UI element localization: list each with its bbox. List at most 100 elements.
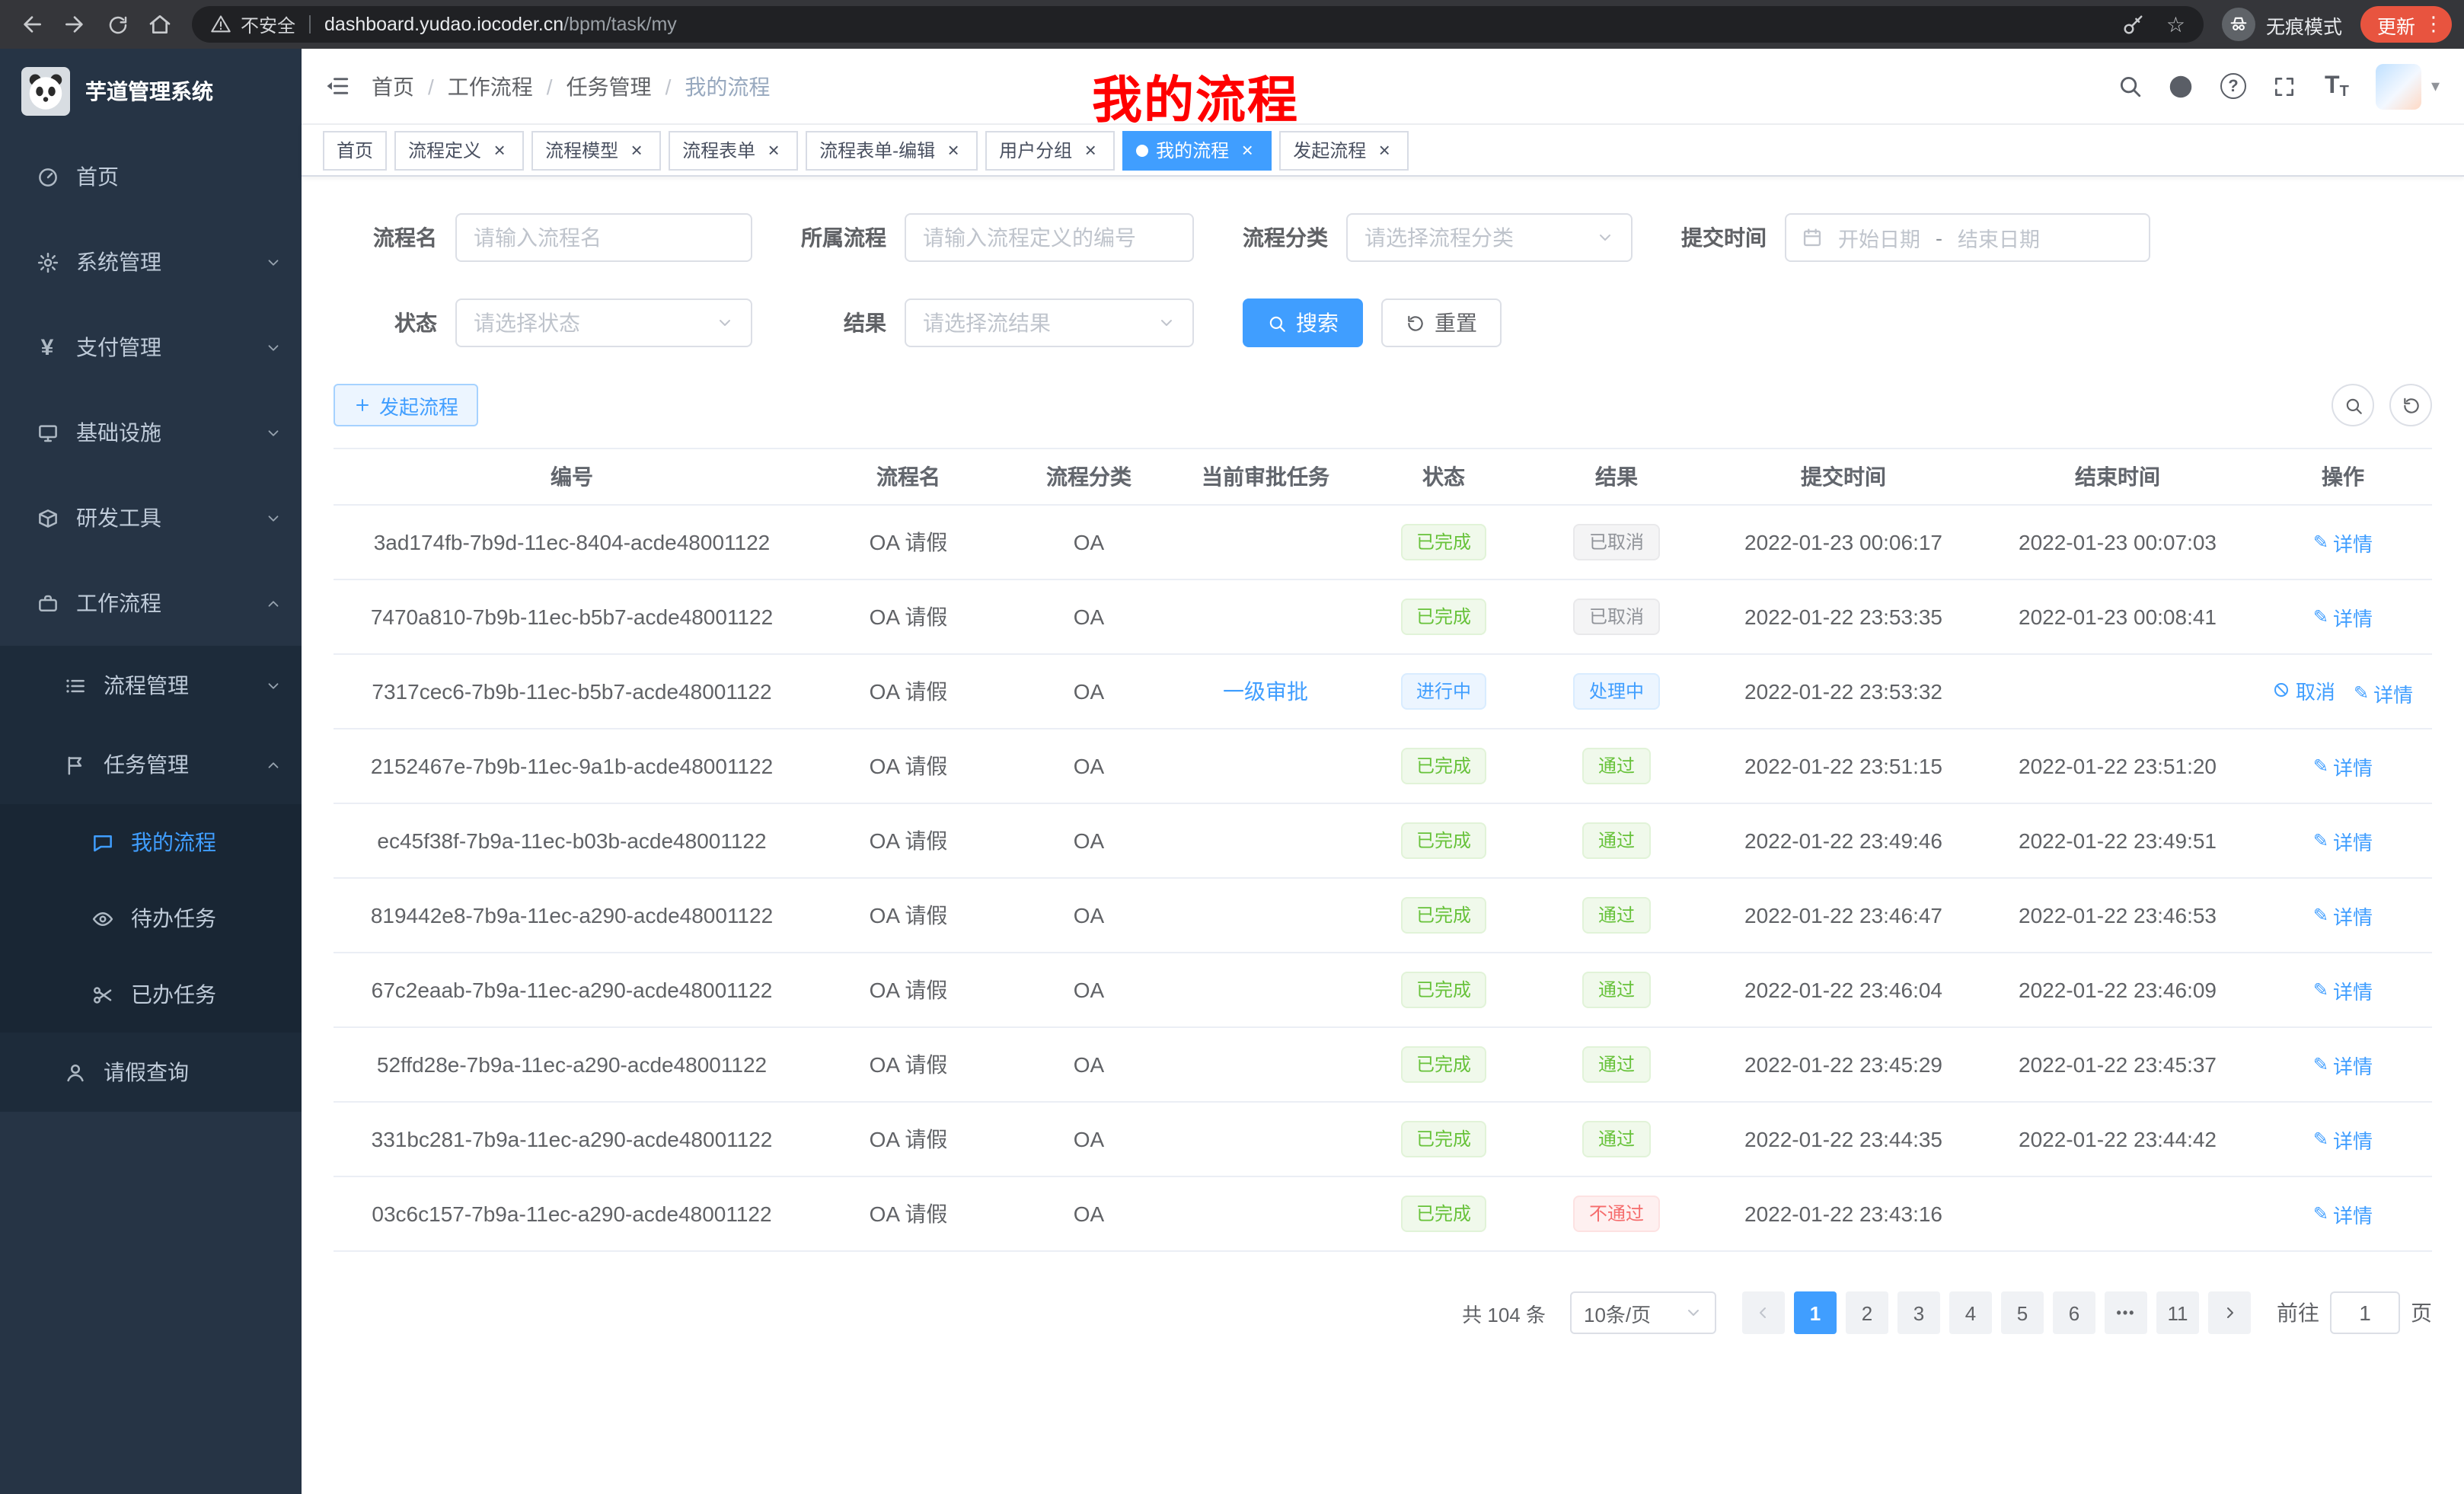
prev-page-button[interactable]: [1742, 1291, 1785, 1334]
text-size-icon: TT: [2325, 72, 2349, 100]
password-key-icon[interactable]: [2122, 13, 2145, 36]
sidebar-item-infrastructure[interactable]: 基础设施: [0, 390, 302, 475]
page-button-6[interactable]: 6: [2053, 1291, 2095, 1334]
refresh-table-button[interactable]: [2389, 384, 2432, 426]
detail-link[interactable]: ✎详情: [2313, 752, 2373, 781]
start-date-placeholder[interactable]: 开始日期: [1838, 222, 1920, 253]
browser-menu-icon[interactable]: ⋮: [2423, 12, 2444, 37]
page-button-1[interactable]: 1: [1794, 1291, 1837, 1334]
breadcrumb-task-management[interactable]: 任务管理: [567, 71, 652, 101]
detail-link[interactable]: ✎详情: [2313, 1050, 2373, 1079]
close-icon[interactable]: ×: [489, 139, 510, 161]
chevron-down-icon: [1157, 314, 1176, 332]
sidebar-item-done-tasks[interactable]: 已办任务: [0, 956, 302, 1033]
hide-search-button[interactable]: [2332, 384, 2374, 426]
cell-task: [1171, 579, 1360, 654]
status-select[interactable]: 请选择状态: [455, 298, 752, 347]
avatar-caret-down-icon[interactable]: ▾: [2431, 76, 2440, 96]
page-button-4[interactable]: 4: [1949, 1291, 1992, 1334]
pagination-ellipsis[interactable]: •••: [2105, 1291, 2147, 1334]
github-link[interactable]: [2157, 62, 2206, 110]
close-icon[interactable]: ×: [1374, 139, 1395, 161]
col-id: 编号: [334, 449, 810, 505]
sidebar-item-home[interactable]: 首页: [0, 134, 302, 219]
process-def-input[interactable]: [905, 213, 1194, 262]
submit-time-range-picker[interactable]: 开始日期 - 结束日期: [1785, 213, 2150, 262]
page-button-5[interactable]: 5: [2001, 1291, 2044, 1334]
sidebar-item-system[interactable]: 系统管理: [0, 219, 302, 305]
start-process-button[interactable]: 发起流程: [334, 384, 478, 426]
browser-home-button[interactable]: [140, 5, 180, 44]
page-size-select[interactable]: 10条/页: [1570, 1291, 1716, 1334]
browser-back-button[interactable]: [12, 5, 52, 44]
tab-user-group[interactable]: 用户分组×: [985, 130, 1115, 170]
bookmark-star-icon[interactable]: ☆: [2166, 11, 2185, 37]
process-name-label: 流程名: [334, 222, 437, 253]
detail-link[interactable]: ✎详情: [2313, 1125, 2373, 1154]
detail-link[interactable]: ✎详情: [2313, 528, 2373, 557]
security-label[interactable]: 不安全: [241, 11, 295, 37]
detail-link[interactable]: ✎详情: [2313, 1199, 2373, 1228]
reset-button[interactable]: 重置: [1381, 298, 1502, 347]
detail-link[interactable]: ✎详情: [2313, 975, 2373, 1004]
close-icon[interactable]: ×: [943, 139, 964, 161]
detail-link[interactable]: ✎详情: [2313, 826, 2373, 855]
panda-logo-icon: [23, 69, 69, 114]
app-logo-row[interactable]: 芋道管理系统: [0, 49, 302, 134]
close-icon[interactable]: ×: [1237, 139, 1258, 161]
process-name-input[interactable]: [455, 213, 752, 262]
sidebar-item-todo-tasks[interactable]: 待办任务: [0, 880, 302, 956]
home-icon: [148, 12, 172, 37]
search-icon: [2117, 73, 2143, 99]
sidebar-item-task-management[interactable]: 任务管理: [0, 725, 302, 804]
close-icon[interactable]: ×: [626, 139, 647, 161]
cell-task: [1171, 505, 1360, 579]
category-select[interactable]: 请选择流程分类: [1346, 213, 1633, 262]
sidebar-item-my-processes[interactable]: 我的流程: [0, 804, 302, 880]
browser-update-button[interactable]: 更新 ⋮: [2360, 6, 2452, 43]
close-icon[interactable]: ×: [1080, 139, 1101, 161]
sidebar-item-process-management[interactable]: 流程管理: [0, 646, 302, 725]
breadcrumb-workflow[interactable]: 工作流程: [448, 71, 533, 101]
current-task-link[interactable]: 一级审批: [1223, 679, 1308, 704]
tab-process-definition[interactable]: 流程定义×: [394, 130, 524, 170]
address-bar[interactable]: 不安全 dashboard.yudao.iocoder.cn/bpm/task/…: [192, 6, 2204, 43]
breadcrumb-home[interactable]: 首页: [372, 71, 414, 101]
page-jump-input[interactable]: [2330, 1291, 2400, 1334]
sidebar-item-workflow[interactable]: 工作流程: [0, 560, 302, 646]
sidebar-item-devtools[interactable]: 研发工具: [0, 475, 302, 560]
cell-category: OA: [1007, 729, 1171, 803]
page-button-3[interactable]: 3: [1897, 1291, 1940, 1334]
font-size-button[interactable]: TT: [2312, 62, 2361, 110]
tab-home[interactable]: 首页: [323, 130, 387, 170]
url-domain: dashboard.yudao.iocoder.cn: [324, 14, 563, 35]
search-button[interactable]: 搜索: [1243, 298, 1363, 347]
tab-process-form-edit[interactable]: 流程表单-编辑×: [806, 130, 978, 170]
end-date-placeholder[interactable]: 结束日期: [1958, 222, 2040, 253]
close-icon[interactable]: ×: [763, 139, 784, 161]
detail-link[interactable]: ✎详情: [2313, 602, 2373, 631]
header-search-button[interactable]: [2105, 62, 2154, 110]
result-select[interactable]: 请选择流结果: [905, 298, 1194, 347]
page-button-2[interactable]: 2: [1846, 1291, 1888, 1334]
detail-link[interactable]: ✎详情: [2313, 901, 2373, 930]
url-text: dashboard.yudao.iocoder.cn/bpm/task/my: [324, 14, 2101, 35]
user-avatar[interactable]: [2376, 63, 2422, 109]
detail-link[interactable]: ✎详情: [2354, 678, 2413, 707]
tab-process-form[interactable]: 流程表单×: [669, 130, 798, 170]
browser-reload-button[interactable]: [97, 5, 137, 44]
eye-icon: [88, 907, 116, 930]
help-button[interactable]: ?: [2209, 62, 2258, 110]
tab-my-processes[interactable]: 我的流程×: [1122, 130, 1272, 170]
fullscreen-button[interactable]: [2261, 62, 2309, 110]
tab-process-model[interactable]: 流程模型×: [531, 130, 661, 170]
sidebar-item-leave-query[interactable]: 请假查询: [0, 1033, 302, 1112]
cancel-link[interactable]: 取消: [2273, 675, 2335, 704]
sidebar-toggle-button[interactable]: [302, 48, 372, 124]
next-page-button[interactable]: [2208, 1291, 2251, 1334]
cell-category: OA: [1007, 654, 1171, 729]
sidebar-item-payment[interactable]: ¥ 支付管理: [0, 305, 302, 390]
page-button-11[interactable]: 11: [2156, 1291, 2199, 1334]
tab-start-process[interactable]: 发起流程×: [1279, 130, 1409, 170]
browser-forward-button[interactable]: [55, 5, 94, 44]
